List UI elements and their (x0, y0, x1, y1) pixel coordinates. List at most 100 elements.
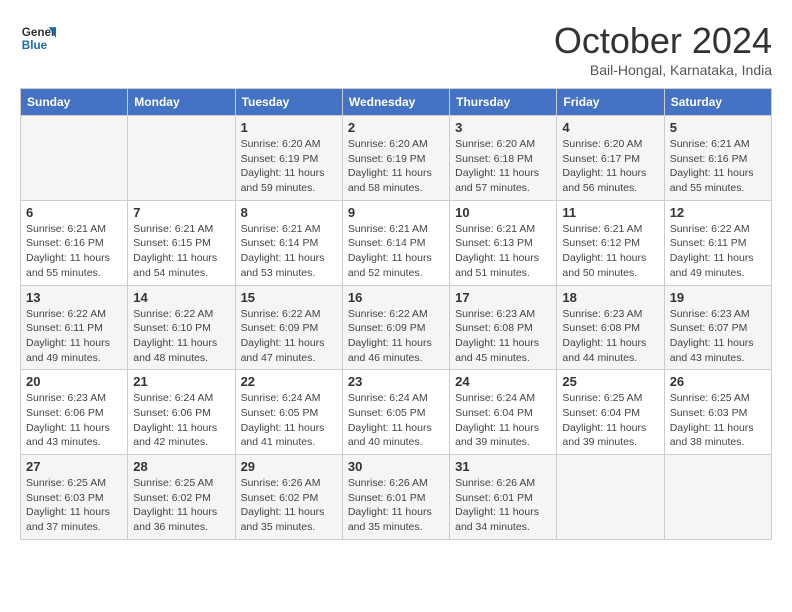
day-number: 29 (241, 459, 337, 474)
table-row: 15Sunrise: 6:22 AMSunset: 6:09 PMDayligh… (235, 285, 342, 370)
day-number: 17 (455, 290, 551, 305)
day-number: 25 (562, 374, 658, 389)
month-title: October 2024 (554, 20, 772, 62)
table-row (21, 116, 128, 201)
day-info: Sunrise: 6:25 AMSunset: 6:03 PMDaylight:… (26, 476, 122, 535)
day-info: Sunrise: 6:25 AMSunset: 6:03 PMDaylight:… (670, 391, 766, 450)
calendar-week-row: 20Sunrise: 6:23 AMSunset: 6:06 PMDayligh… (21, 370, 772, 455)
day-info: Sunrise: 6:20 AMSunset: 6:19 PMDaylight:… (348, 137, 444, 196)
day-info: Sunrise: 6:23 AMSunset: 6:08 PMDaylight:… (562, 307, 658, 366)
table-row: 8Sunrise: 6:21 AMSunset: 6:14 PMDaylight… (235, 200, 342, 285)
day-number: 24 (455, 374, 551, 389)
day-info: Sunrise: 6:22 AMSunset: 6:11 PMDaylight:… (26, 307, 122, 366)
calendar-table: Sunday Monday Tuesday Wednesday Thursday… (20, 88, 772, 540)
day-number: 2 (348, 120, 444, 135)
day-info: Sunrise: 6:22 AMSunset: 6:09 PMDaylight:… (348, 307, 444, 366)
day-number: 27 (26, 459, 122, 474)
day-number: 20 (26, 374, 122, 389)
table-row: 12 Sunrise: 6:22 AMSunset: 6:11 PMDayligh… (664, 200, 771, 285)
calendar-header-row: Sunday Monday Tuesday Wednesday Thursday… (21, 89, 772, 116)
logo: General Blue (20, 20, 56, 56)
header-saturday: Saturday (664, 89, 771, 116)
table-row: 14 Sunrise: 6:22 AMSunset: 6:10 PMDayligh… (128, 285, 235, 370)
table-row: 31 Sunrise: 6:26 AMSunset: 6:01 PMDayligh… (450, 455, 557, 540)
calendar-week-row: 1 Sunrise: 6:20 AMSunset: 6:19 PMDaylight… (21, 116, 772, 201)
table-row: 25 Sunrise: 6:25 AMSunset: 6:04 PMDayligh… (557, 370, 664, 455)
day-number: 30 (348, 459, 444, 474)
day-number: 21 (133, 374, 229, 389)
table-row: 1 Sunrise: 6:20 AMSunset: 6:19 PMDaylight… (235, 116, 342, 201)
table-row: 16Sunrise: 6:22 AMSunset: 6:09 PMDayligh… (342, 285, 449, 370)
day-number: 23 (348, 374, 444, 389)
day-number: 31 (455, 459, 551, 474)
day-info: Sunrise: 6:24 AMSunset: 6:05 PMDaylight:… (241, 391, 337, 450)
table-row: 28 Sunrise: 6:25 AMSunset: 6:02 PMDayligh… (128, 455, 235, 540)
day-number: 11 (562, 205, 658, 220)
day-info: Sunrise: 6:24 AMSunset: 6:06 PMDaylight:… (133, 391, 229, 450)
calendar-week-row: 13 Sunrise: 6:22 AMSunset: 6:11 PMDayligh… (21, 285, 772, 370)
day-number: 1 (241, 120, 337, 135)
header-tuesday: Tuesday (235, 89, 342, 116)
table-row: 24 Sunrise: 6:24 AMSunset: 6:04 PMDayligh… (450, 370, 557, 455)
day-info: Sunrise: 6:20 AMSunset: 6:17 PMDaylight:… (562, 137, 658, 196)
table-row: 23 Sunrise: 6:24 AMSunset: 6:05 PMDayligh… (342, 370, 449, 455)
day-number: 10 (455, 205, 551, 220)
day-info: Sunrise: 6:24 AMSunset: 6:04 PMDaylight:… (455, 391, 551, 450)
table-row: 18 Sunrise: 6:23 AMSunset: 6:08 PMDayligh… (557, 285, 664, 370)
day-number: 4 (562, 120, 658, 135)
day-info: Sunrise: 6:21 AMSunset: 6:16 PMDaylight:… (670, 137, 766, 196)
day-info: Sunrise: 6:21 AMSunset: 6:14 PMDaylight:… (348, 222, 444, 281)
header-friday: Friday (557, 89, 664, 116)
day-info: Sunrise: 6:20 AMSunset: 6:18 PMDaylight:… (455, 137, 551, 196)
day-number: 9 (348, 205, 444, 220)
day-number: 22 (241, 374, 337, 389)
day-info: Sunrise: 6:22 AMSunset: 6:11 PMDaylight:… (670, 222, 766, 281)
table-row: 17 Sunrise: 6:23 AMSunset: 6:08 PMDayligh… (450, 285, 557, 370)
day-number: 6 (26, 205, 122, 220)
day-info: Sunrise: 6:26 AMSunset: 6:01 PMDaylight:… (455, 476, 551, 535)
table-row: 10 Sunrise: 6:21 AMSunset: 6:13 PMDayligh… (450, 200, 557, 285)
day-info: Sunrise: 6:23 AMSunset: 6:07 PMDaylight:… (670, 307, 766, 366)
table-row: 5 Sunrise: 6:21 AMSunset: 6:16 PMDaylight… (664, 116, 771, 201)
day-info: Sunrise: 6:21 AMSunset: 6:16 PMDaylight:… (26, 222, 122, 281)
day-info: Sunrise: 6:20 AMSunset: 6:19 PMDaylight:… (241, 137, 337, 196)
header-monday: Monday (128, 89, 235, 116)
day-info: Sunrise: 6:21 AMSunset: 6:15 PMDaylight:… (133, 222, 229, 281)
table-row: 13 Sunrise: 6:22 AMSunset: 6:11 PMDayligh… (21, 285, 128, 370)
header-sunday: Sunday (21, 89, 128, 116)
day-number: 8 (241, 205, 337, 220)
table-row (664, 455, 771, 540)
day-number: 13 (26, 290, 122, 305)
location-subtitle: Bail-Hongal, Karnataka, India (554, 62, 772, 78)
day-number: 19 (670, 290, 766, 305)
day-number: 26 (670, 374, 766, 389)
day-info: Sunrise: 6:24 AMSunset: 6:05 PMDaylight:… (348, 391, 444, 450)
header-thursday: Thursday (450, 89, 557, 116)
day-info: Sunrise: 6:25 AMSunset: 6:04 PMDaylight:… (562, 391, 658, 450)
table-row: 19 Sunrise: 6:23 AMSunset: 6:07 PMDayligh… (664, 285, 771, 370)
day-number: 14 (133, 290, 229, 305)
day-info: Sunrise: 6:25 AMSunset: 6:02 PMDaylight:… (133, 476, 229, 535)
day-info: Sunrise: 6:26 AMSunset: 6:02 PMDaylight:… (241, 476, 337, 535)
day-info: Sunrise: 6:22 AMSunset: 6:10 PMDaylight:… (133, 307, 229, 366)
day-info: Sunrise: 6:26 AMSunset: 6:01 PMDaylight:… (348, 476, 444, 535)
day-info: Sunrise: 6:21 AMSunset: 6:13 PMDaylight:… (455, 222, 551, 281)
table-row: 27 Sunrise: 6:25 AMSunset: 6:03 PMDayligh… (21, 455, 128, 540)
table-row: 7 Sunrise: 6:21 AMSunset: 6:15 PMDaylight… (128, 200, 235, 285)
day-number: 12 (670, 205, 766, 220)
table-row: 6 Sunrise: 6:21 AMSunset: 6:16 PMDaylight… (21, 200, 128, 285)
day-number: 18 (562, 290, 658, 305)
calendar-week-row: 6 Sunrise: 6:21 AMSunset: 6:16 PMDaylight… (21, 200, 772, 285)
table-row: 2 Sunrise: 6:20 AMSunset: 6:19 PMDaylight… (342, 116, 449, 201)
logo-icon: General Blue (20, 20, 56, 56)
table-row: 20Sunrise: 6:23 AMSunset: 6:06 PMDayligh… (21, 370, 128, 455)
table-row: 9 Sunrise: 6:21 AMSunset: 6:14 PMDaylight… (342, 200, 449, 285)
day-number: 15 (241, 290, 337, 305)
calendar-week-row: 27 Sunrise: 6:25 AMSunset: 6:03 PMDayligh… (21, 455, 772, 540)
table-row: 3Sunrise: 6:20 AMSunset: 6:18 PMDaylight… (450, 116, 557, 201)
day-number: 5 (670, 120, 766, 135)
day-number: 7 (133, 205, 229, 220)
day-info: Sunrise: 6:23 AMSunset: 6:08 PMDaylight:… (455, 307, 551, 366)
day-number: 28 (133, 459, 229, 474)
svg-text:Blue: Blue (22, 39, 48, 52)
